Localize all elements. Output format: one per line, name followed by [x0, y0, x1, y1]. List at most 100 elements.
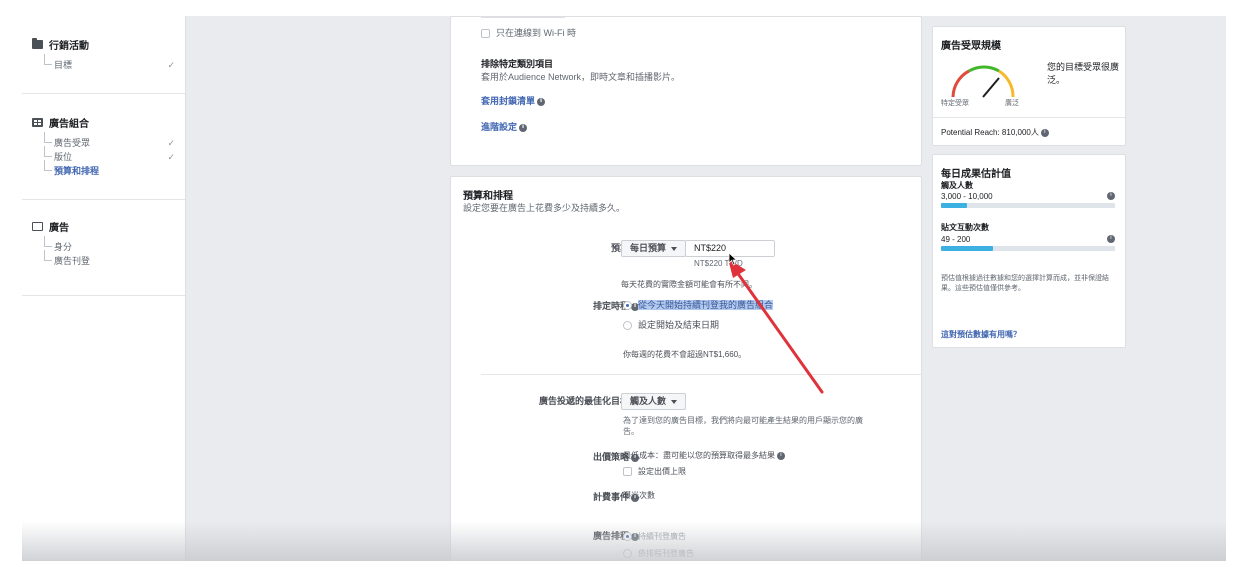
- radio-button-selected[interactable]: [623, 301, 632, 311]
- info-icon[interactable]: [519, 123, 528, 132]
- ad-schedule-option-2[interactable]: 依排程刊登廣告: [623, 548, 694, 559]
- gauge-red-segment: [951, 69, 970, 98]
- section-title: 預算和排程: [463, 191, 513, 202]
- radio-button[interactable]: [623, 549, 632, 559]
- section-description: 設定您要在廣告上花費多少及持續多久。: [463, 203, 626, 213]
- checkmark-icon: ✓: [167, 152, 175, 162]
- tree-line: [44, 146, 52, 157]
- nav-section-adset[interactable]: 廣告組合 廣告受眾 ✓ 版位 ✓ 預算和排程: [22, 94, 185, 200]
- bid-cap-row[interactable]: 設定出價上限: [623, 466, 686, 477]
- radio-button[interactable]: [623, 321, 632, 331]
- nav-item-ad-setup[interactable]: 廣告刊登: [32, 250, 175, 268]
- nav-campaign-title-row: 行銷活動: [32, 36, 175, 52]
- folder-icon: [32, 37, 43, 49]
- info-icon[interactable]: [1107, 234, 1115, 243]
- tree-line: [44, 160, 52, 171]
- estimate-note: 預估值根據過往數據和您的選擇計算而成，並非保證結果。這些預估值僅供參考。: [941, 275, 1109, 292]
- placements-card: 只在連線到 Wi-Fi 時 排除特定類別項目 套用於Audience Netwo…: [450, 16, 922, 166]
- audience-size-desc: 您的目標受眾很廣泛。: [1047, 62, 1120, 85]
- checkmark-icon: ✓: [167, 60, 175, 70]
- nav-section-ad[interactable]: 廣告 身分 廣告刊登: [22, 200, 185, 296]
- nav-item-label: 身分: [54, 242, 73, 252]
- optimization-value: 觸及人數: [630, 396, 667, 406]
- nav-item-label: 版位: [54, 152, 73, 162]
- audience-size-card: 廣告受眾規模 特定受眾 廣泛 您的目標受眾很廣泛。 Potential Reac…: [932, 26, 1126, 146]
- daily-results-title: 每日成果估計值: [941, 169, 1011, 180]
- tree-line: [44, 236, 52, 247]
- nav-item-placements[interactable]: 版位 ✓: [32, 146, 175, 164]
- advanced-settings-link[interactable]: 進階設定: [481, 120, 528, 133]
- engagement-bar-fill: [941, 246, 994, 251]
- gauge-needle: [982, 77, 1000, 98]
- radio-button-selected[interactable]: [623, 532, 632, 542]
- info-icon[interactable]: [1040, 128, 1049, 137]
- nav-item-budget-schedule[interactable]: 預算和排程: [32, 160, 175, 178]
- engagement-value: 49 - 200: [941, 235, 971, 244]
- advanced-settings-label: 進階設定: [481, 122, 518, 132]
- optimization-dropdown[interactable]: 觸及人數: [621, 393, 687, 410]
- gauge-broad-label: 廣泛: [1005, 100, 1019, 107]
- nav-item-objective[interactable]: 目標 ✓: [32, 54, 175, 72]
- ad-schedule-opt2-label: 依排程刊登廣告: [638, 549, 694, 558]
- nav-item-label: 廣告受眾: [54, 138, 91, 148]
- tree-line: [44, 132, 52, 143]
- app-window: 行銷活動 目標 ✓ 廣告組合 廣告受眾 ✓ 版位 ✓ 預算和排程 廣告 身分 廣…: [22, 16, 1226, 561]
- nav-item-label: 目標: [54, 60, 73, 70]
- chevron-down-icon: [671, 399, 678, 404]
- bid-value-text: 最低成本：盡可能以您的預算取得最多結果: [623, 451, 775, 460]
- exclude-categories-desc: 套用於Audience Network，即時文章和插播影片。: [481, 72, 681, 82]
- exclude-categories-title: 排除特定類別項目: [481, 59, 554, 69]
- budget-type-value: 每日預算: [630, 243, 667, 253]
- schedule-option-dates[interactable]: 設定開始及結束日期: [623, 318, 719, 331]
- estimate-feedback-link[interactable]: 這對預估數據有用嗎？: [941, 329, 1021, 340]
- reach-bar: [941, 203, 1115, 208]
- gauge-yellow-segment: [998, 69, 1015, 98]
- nav-ad-title: 廣告: [49, 222, 69, 234]
- daily-results-card: 每日成果估計值 觸及人數 3,000 - 10,000 貼文互動次數 49 - …: [932, 154, 1126, 348]
- info-icon[interactable]: [1107, 191, 1115, 200]
- reach-value: 3,000 - 10,000: [941, 192, 993, 201]
- divider: [481, 17, 565, 18]
- nav-item-audience[interactable]: 廣告受眾 ✓: [32, 132, 175, 150]
- left-navigation: 行銷活動 目標 ✓ 廣告組合 廣告受眾 ✓ 版位 ✓ 預算和排程 廣告 身分 廣…: [22, 16, 186, 561]
- audience-size-title: 廣告受眾規模: [941, 41, 1001, 52]
- gauge-specific-label: 特定受眾: [941, 100, 969, 107]
- charge-value: 曝光次數: [623, 491, 655, 500]
- reach-bar-fill: [941, 203, 968, 208]
- optimization-description: 為了達到您的廣告目標，我們將向最可能產生結果的用戶顯示您的廣告。: [623, 416, 863, 436]
- schedule-option-continuous[interactable]: 從今天開始持續刊登我的廣告組合: [623, 298, 774, 311]
- ad-square-icon: [32, 221, 43, 231]
- bid-cap-checkbox[interactable]: [623, 467, 632, 477]
- tree-line: [44, 54, 52, 65]
- budget-controls: 每日預算 NT$220: [621, 238, 776, 257]
- nav-item-identity[interactable]: 身分: [32, 236, 175, 254]
- nav-campaign-title: 行銷活動: [49, 40, 89, 52]
- optimization-label: 廣告投遞的最佳化目標: [538, 396, 629, 406]
- checkmark-icon: ✓: [167, 138, 175, 148]
- chevron-down-icon: [671, 246, 678, 251]
- schedule-option-1-label: 從今天開始持續刊登我的廣告組合: [638, 300, 774, 310]
- gauge-green-segment: [968, 65, 1000, 73]
- nav-section-campaign[interactable]: 行銷活動 目標 ✓: [22, 16, 185, 94]
- ad-schedule-option-1[interactable]: 持續刊登廣告: [623, 531, 686, 542]
- wifi-only-row[interactable]: 只在連線到 Wi-Fi 時: [481, 26, 576, 39]
- info-icon[interactable]: [537, 97, 546, 106]
- wifi-only-checkbox[interactable]: [481, 29, 490, 39]
- mouse-cursor-icon: [728, 252, 738, 266]
- nav-item-label: 預算和排程: [54, 166, 100, 176]
- tree-line: [44, 250, 52, 261]
- optimization-control: 觸及人數: [621, 391, 687, 410]
- budget-type-dropdown[interactable]: 每日預算: [621, 240, 687, 257]
- apply-block-list-link[interactable]: 套用封鎖清單: [481, 94, 546, 107]
- budget-schedule-card: 預算和排程 設定您要在廣告上花費多少及持續多久。 預算 每日預算NT$220 N…: [450, 176, 922, 561]
- info-icon[interactable]: [777, 451, 785, 460]
- nav-ad-title-row: 廣告: [32, 218, 175, 234]
- wifi-only-label: 只在連線到 Wi-Fi 時: [496, 28, 576, 38]
- schedule-option-2-label: 設定開始及結束日期: [638, 320, 720, 330]
- divider: [933, 117, 1125, 118]
- nav-adset-title-row: 廣告組合: [32, 114, 175, 130]
- reach-label: 觸及人數: [941, 181, 973, 190]
- apply-block-list-label: 套用封鎖清單: [481, 96, 536, 106]
- ad-schedule-opt1-label: 持續刊登廣告: [638, 532, 686, 541]
- weekly-spend-note: 你每週的花費不會超過NT$1,660。: [623, 350, 747, 359]
